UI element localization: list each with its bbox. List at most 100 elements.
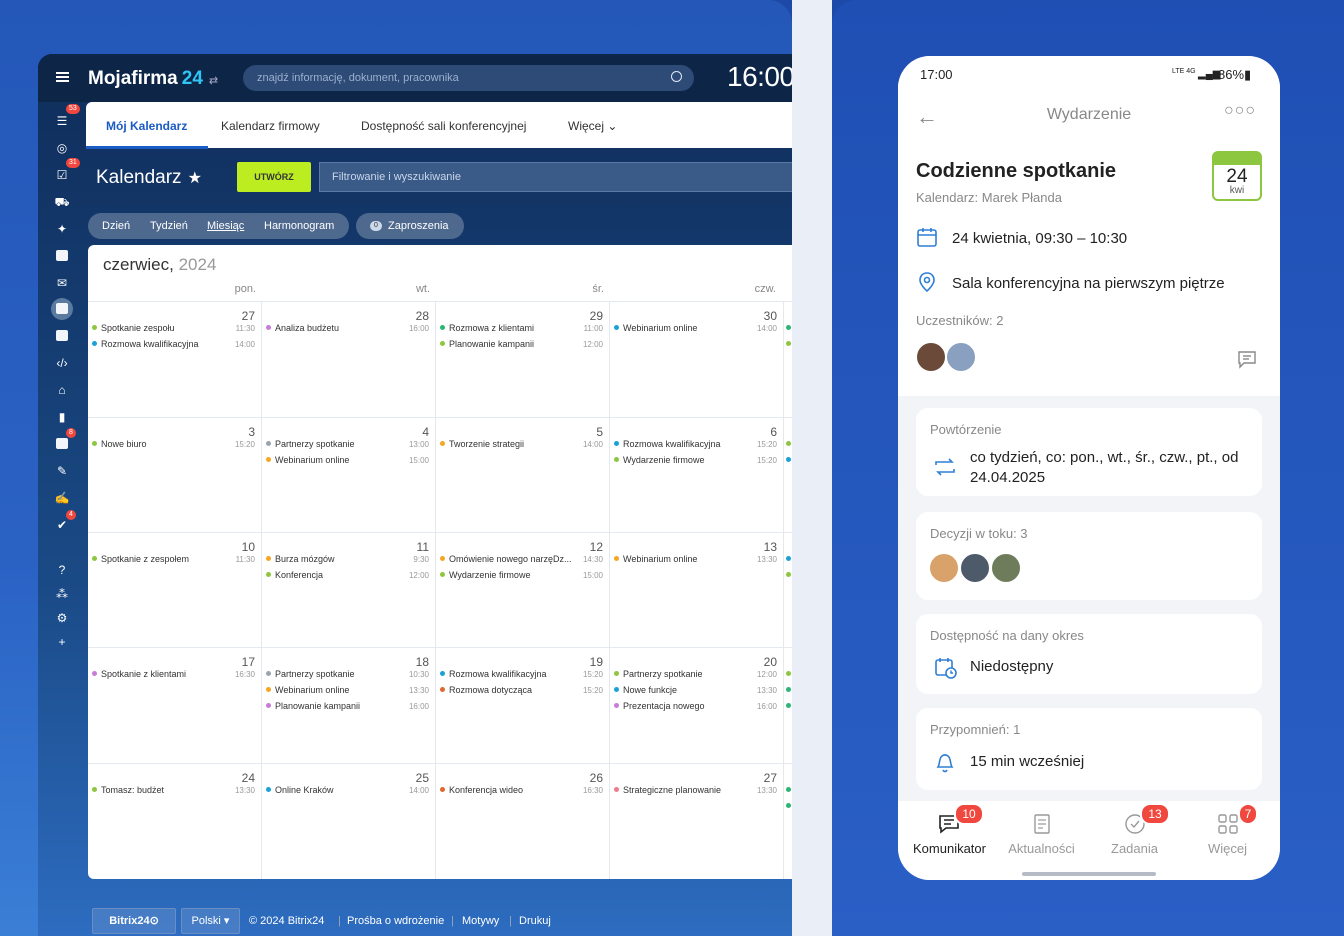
chart-icon[interactable]: ▮ [54,410,70,424]
filter-icon[interactable]: ☰ [54,114,70,128]
calendar-event[interactable]: Webinarium online [614,323,697,333]
avatar[interactable] [915,341,947,373]
calendar-event[interactable]: Rozmowa z klientami [440,323,534,333]
chat-icon[interactable] [1236,348,1258,370]
day-cell[interactable]: 5 Tworzenie strategii 14:00 [436,417,609,532]
bitrix-logo[interactable]: Bitrix24⊙ [92,908,176,934]
availability-card[interactable]: Dostępność na dany okres Niedostępny [916,614,1262,694]
calendar-event[interactable]: Wydarzenie firmowe [440,570,530,580]
decisions-card[interactable]: Decyzji w toku: 3 [916,512,1262,600]
mail-icon[interactable]: ✉ [54,276,70,290]
repeat-card[interactable]: Powtórzenie co tydzień, co: pon., wt., ś… [916,408,1262,496]
calendar-event[interactable]: Online Kraków [266,785,334,795]
menu-icon[interactable] [56,72,69,82]
calendar-icon[interactable] [54,302,70,316]
calendar-event[interactable]: Analiza budżetu [266,323,339,333]
calendar-event[interactable]: Spotkanie z klientami [92,669,186,679]
search-input[interactable]: znajdź informację, dokument, pracownika [243,65,694,91]
day-cell[interactable]: 17 Spotkanie z klientami 16:30 [88,647,261,762]
add-icon[interactable]: + [54,635,70,649]
calendar-event[interactable]: Rozmowa kwalifikacyjna [614,439,721,449]
swap-icon[interactable]: ⇄ [209,75,218,87]
tab-more[interactable]: Więcej ⌄ [568,119,617,133]
tab-company-calendar[interactable]: Kalendarz firmowy [221,119,320,133]
calendar-event[interactable]: Nowe funkcje [614,685,677,695]
day-cell[interactable]: 20 Partnerzy spotkanie 12:00 Nowe funkcje 13… [610,647,783,762]
edit-icon[interactable]: ✎ [54,464,70,478]
star-icon[interactable]: ★ [188,170,202,187]
sign-icon[interactable]: ✍ [54,491,70,505]
calendar-event[interactable]: Konferencja wideo [440,785,523,795]
filter-input[interactable]: Filtrowanie i wyszukiwanie [319,162,792,192]
calendar-event[interactable]: Nowe biuro [92,439,147,449]
bank-icon[interactable]: ⌂ [54,383,70,397]
calendar-event[interactable]: Prezentacja nowego [614,701,705,711]
day-cell[interactable]: 24 Tomasz: budżet 13:30 [88,763,261,878]
day-cell[interactable]: 10 Spotkanie z zespołem 11:30 [88,532,261,647]
view-day[interactable]: Dzień [102,220,130,232]
day-cell[interactable]: 18 Partnerzy spotkanie 10:30 Webinarium onl… [262,647,435,762]
day-cell[interactable]: 28 Analiza budżetu 16:00 [262,301,435,416]
day-cell[interactable]: 19 Rozmowa kwalifikacyjna 15:20 Rozmowa dot… [436,647,609,762]
brand-logo[interactable]: Mojafirma 24 ⇄ [88,68,218,90]
calendar-event[interactable]: Webinarium online [266,685,349,695]
day-cell[interactable]: 13 Webinarium online 13:30 [610,532,783,647]
calendar-event[interactable]: Webinarium online [266,455,349,465]
day-cell[interactable]: 29 Rozmowa z klientami 11:00 Planowanie kam… [436,301,609,416]
day-cell[interactable]: 3 Nowe biuro 15:20 [88,417,261,532]
tab-room-availability[interactable]: Dostępność sali konferencyjnej [361,119,526,133]
footer-link[interactable]: Motywy [462,915,499,927]
day-cell[interactable]: 4 Partnerzy spotkanie 13:00 Webinarium onli… [262,417,435,532]
settings-icon[interactable]: ⚙ [54,611,70,625]
day-cell[interactable]: 12 Omówienie nowego narzęDz... 14:30 Wydarz… [436,532,609,647]
calendar-event[interactable]: Partnerzy spotkanie [266,439,355,449]
avatar[interactable] [945,341,977,373]
view-month[interactable]: Miesiąc [207,220,244,232]
help-icon[interactable]: ? [54,563,70,577]
calendar-event[interactable]: Tomasz: budżet [92,785,164,795]
calendar-event[interactable]: Spotkanie z zespołem [92,554,189,564]
footer-link[interactable]: Drukuj [519,915,551,927]
check-circle-icon[interactable]: ✔ [54,518,70,532]
calendar-event[interactable]: Rozmowa dotycząca [440,685,532,695]
day-cell[interactable]: 27 Spotkanie zespołu 11:30 Rozmowa kwalifik… [88,301,261,416]
calendar-event[interactable]: Planowanie kampanii [266,701,360,711]
language-select[interactable]: Polski ▾ [181,908,240,934]
calendar-event[interactable]: Wydarzenie firmowe [614,455,704,465]
create-button[interactable]: UTWÓRZ [237,162,311,192]
document-icon[interactable] [54,329,70,343]
tasks-icon[interactable]: ☑ [54,168,70,182]
calendar-event[interactable]: Webinarium online [614,554,697,564]
day-cell[interactable]: 11 Burza mózgów 9:30 Konferencja 12:00 [262,532,435,647]
code-icon[interactable]: ‹/› [54,356,70,370]
crm-icon[interactable]: ✦ [54,222,70,236]
calendar-event[interactable]: Spotkanie zespołu [92,323,175,333]
target-icon[interactable]: ◎ [54,141,70,155]
calendar-event[interactable]: Partnerzy spotkanie [266,669,355,679]
calendar-event[interactable]: Partnerzy spotkanie [614,669,703,679]
reminder-card[interactable]: Przypomnień: 1 15 min wcześniej [916,708,1262,790]
robot-icon[interactable] [54,437,70,451]
more-icon[interactable]: ○○○ [1224,102,1256,120]
search-icon[interactable] [671,71,682,82]
calendar-event[interactable]: Rozmowa kwalifikacyjna [440,669,547,679]
calendar-event[interactable]: Strategiczne planowanie [614,785,721,795]
day-cell[interactable]: 25 Online Kraków 14:00 [262,763,435,878]
day-cell[interactable]: 30 Webinarium online 14:00 [610,301,783,416]
calendar-event[interactable]: Burza mózgów [266,554,335,564]
calendar-event[interactable]: Tworzenie strategii [440,439,524,449]
calendar-event[interactable]: Omówienie nowego narzęDz... [440,554,572,564]
invitations-button[interactable]: 0 Zaproszenia [356,213,464,239]
day-cell[interactable]: 6 Rozmowa kwalifikacyjna 15:20 Wydarzenie f… [610,417,783,532]
day-cell[interactable]: 26 Konferencja wideo 16:30 [436,763,609,878]
structure-icon[interactable]: ⁂ [54,587,70,601]
drive-icon[interactable] [54,249,70,263]
footer-link[interactable]: Prośba o wdrożenie [347,915,444,927]
tab-my-calendar[interactable]: Mój Kalendarz [106,119,187,133]
view-schedule[interactable]: Harmonogram [264,220,334,232]
calendar-event[interactable]: Konferencja [266,570,323,580]
day-cell[interactable]: 27 Strategiczne planowanie 13:30 [610,763,783,878]
cart-icon[interactable]: ⛟ [54,195,70,209]
view-week[interactable]: Tydzień [150,220,188,232]
calendar-event[interactable]: Planowanie kampanii [440,339,534,349]
